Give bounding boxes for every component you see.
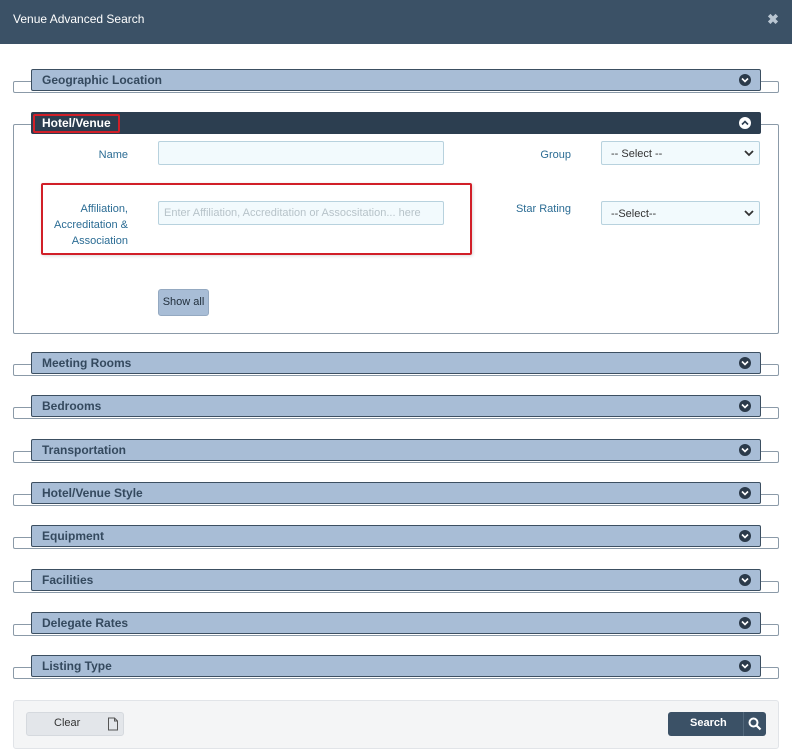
section-label: Equipment [42, 529, 104, 543]
affiliation-label-line: Affiliation, [80, 203, 129, 215]
affiliation-label-line: Association [71, 235, 128, 247]
group-label: Group [540, 149, 571, 161]
chevron-down-icon[interactable] [739, 574, 751, 586]
star-rating-label: Star Rating [515, 203, 571, 215]
section-transportation[interactable]: Transportation [31, 439, 761, 461]
section-listing-type[interactable]: Listing Type [31, 655, 761, 677]
section-hotel-venue-style[interactable]: Hotel/Venue Style [31, 482, 761, 504]
chevron-down-icon [744, 210, 754, 217]
affiliation-label: Affiliation, Accreditation & Association [44, 201, 128, 249]
section-label: Facilities [42, 573, 94, 587]
chevron-down-icon[interactable] [739, 617, 751, 629]
section-hotel-venue[interactable]: Hotel/Venue [31, 112, 761, 134]
section-label: Geographic Location [42, 73, 163, 87]
chevron-down-icon[interactable] [739, 400, 751, 412]
dialog-title: Venue Advanced Search [13, 12, 145, 26]
section-label: Transportation [42, 443, 127, 457]
search-icon [748, 717, 762, 731]
name-input[interactable] [158, 141, 444, 165]
section-equipment[interactable]: Equipment [31, 525, 761, 547]
dialog-footer [13, 700, 779, 749]
hotel-venue-highlight [33, 114, 120, 133]
chevron-down-icon[interactable] [739, 487, 751, 499]
document-icon [108, 717, 118, 731]
search-button-label: Search [690, 717, 727, 729]
group-select-value: -- Select -- [611, 148, 663, 160]
section-meeting-rooms[interactable]: Meeting Rooms [31, 352, 761, 374]
section-label: Meeting Rooms [42, 356, 132, 370]
section-delegate-rates[interactable]: Delegate Rates [31, 612, 761, 634]
button-divider [743, 712, 744, 736]
chevron-down-icon[interactable] [739, 444, 751, 456]
section-bedrooms[interactable]: Bedrooms [31, 395, 761, 417]
section-label: Hotel/Venue Style [42, 486, 143, 500]
affiliation-label-line: Accreditation & [54, 219, 128, 231]
section-label: Listing Type [42, 659, 112, 673]
star-rating-select-value: --Select-- [611, 208, 657, 220]
dialog-titlebar: Venue Advanced Search ✖ [0, 0, 792, 44]
section-facilities[interactable]: Facilities [31, 569, 761, 591]
section-label: Bedrooms [42, 399, 102, 413]
chevron-up-icon[interactable] [739, 117, 751, 129]
clear-button-label: Clear [54, 717, 81, 729]
show-all-button[interactable]: Show all [158, 289, 209, 316]
chevron-down-icon[interactable] [739, 74, 751, 86]
chevron-down-icon[interactable] [739, 530, 751, 542]
chevron-down-icon [744, 150, 754, 157]
chevron-down-icon[interactable] [739, 660, 751, 672]
star-rating-select[interactable]: --Select-- [601, 201, 760, 225]
clear-button[interactable]: Clear [26, 712, 124, 736]
chevron-down-icon[interactable] [739, 357, 751, 369]
name-label: Name [98, 149, 128, 161]
group-select[interactable]: -- Select -- [601, 141, 760, 165]
affiliation-input[interactable] [158, 201, 444, 225]
section-label: Delegate Rates [42, 616, 129, 630]
search-button[interactable]: Search [668, 712, 766, 736]
section-geographic-location[interactable]: Geographic Location [31, 69, 761, 91]
close-icon[interactable]: ✖ [766, 11, 780, 27]
